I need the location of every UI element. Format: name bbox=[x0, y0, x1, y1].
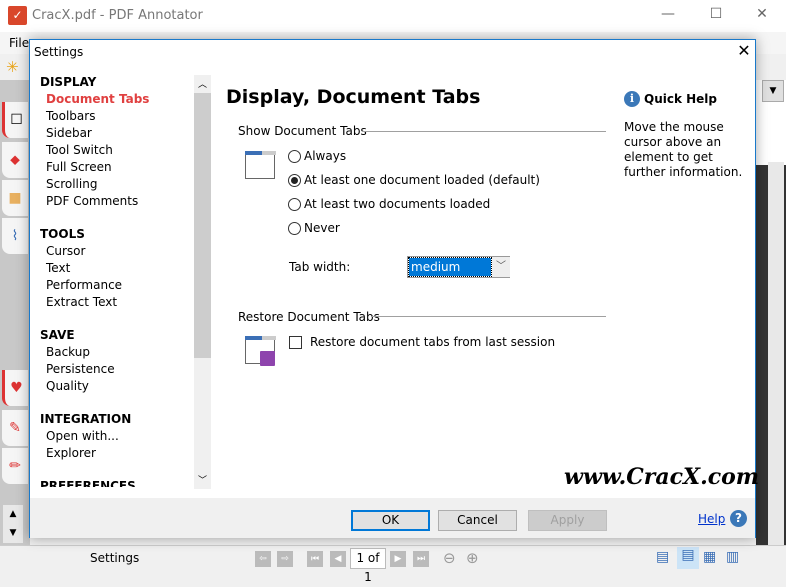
bookmark-tab-icon[interactable]: ⬥ bbox=[2, 142, 28, 178]
nav-item[interactable]: Full Screen bbox=[46, 160, 112, 174]
nav-item[interactable]: Document Tabs bbox=[46, 92, 149, 106]
chevron-down-icon[interactable]: ﹀ bbox=[492, 257, 510, 277]
status-bar: Settings ⇦ ⇨ ⏮ ◀ 1 of 1 ▶ ⏭ ⊖ ⊕ ▤ ▤ ▦ ▥ bbox=[0, 545, 786, 584]
pages-tab-icon[interactable]: ☐ bbox=[2, 102, 28, 138]
help-icon[interactable]: ? bbox=[730, 510, 747, 527]
app-title: CracX.pdf - PDF Annotator bbox=[32, 8, 203, 23]
nav-item[interactable]: Extract Text bbox=[46, 295, 117, 309]
sidebar-scroll[interactable]: ▲ ▼ bbox=[3, 505, 23, 543]
dialog-footer: OK Cancel Apply Help ? bbox=[30, 498, 755, 538]
minimize-button[interactable]: — bbox=[658, 6, 678, 22]
nav-item[interactable]: Cursor bbox=[46, 244, 85, 258]
single-page-view-icon[interactable]: ▤ bbox=[656, 549, 669, 565]
tab-width-label: Tab width: bbox=[289, 260, 351, 274]
nav-item[interactable]: Explorer bbox=[46, 446, 96, 460]
app-logo-icon: ✓ bbox=[8, 6, 27, 25]
chevron-down-icon[interactable]: ▼ bbox=[762, 80, 784, 102]
status-text: Settings bbox=[90, 551, 140, 565]
page-title: Display, Document Tabs bbox=[226, 86, 481, 108]
radio-label[interactable]: At least two documents loaded bbox=[304, 197, 490, 211]
tab-width-select[interactable]: medium ﹀ bbox=[407, 256, 510, 278]
nav-heading: INTEGRATION bbox=[40, 412, 132, 426]
nav-item[interactable]: PDF Comments bbox=[46, 194, 138, 208]
scroll-up-icon[interactable]: ︿ bbox=[194, 77, 211, 90]
save-icon bbox=[260, 351, 275, 366]
page-number-input[interactable]: 1 of 1 bbox=[350, 548, 386, 584]
scroll-down-icon[interactable]: ﹀ bbox=[194, 473, 211, 486]
nav-item[interactable]: Tool Switch bbox=[46, 143, 113, 157]
dialog-close-icon[interactable]: ✕ bbox=[733, 40, 755, 62]
nav-heading: DISPLAY bbox=[40, 75, 97, 89]
pen-tab-icon[interactable]: ✎ bbox=[2, 410, 28, 446]
app-title-bar: ✓ CracX.pdf - PDF Annotator — ☐ ✕ bbox=[0, 0, 786, 32]
radio-button[interactable] bbox=[288, 198, 301, 211]
watermark: www.CracX.com bbox=[564, 464, 760, 490]
back-icon[interactable]: ⊖ bbox=[443, 549, 456, 567]
nav-item[interactable]: Open with... bbox=[46, 429, 119, 443]
nav-item[interactable]: Text bbox=[46, 261, 70, 275]
info-icon: i bbox=[624, 91, 640, 107]
forward-icon[interactable]: ⊕ bbox=[466, 549, 479, 567]
last-page-icon[interactable]: ⏭ bbox=[413, 551, 429, 567]
nav-heading: TOOLS bbox=[40, 227, 85, 241]
radio-label[interactable]: At least one document loaded (default) bbox=[304, 173, 540, 187]
quick-help-text: Move the mouse cursor above an element t… bbox=[624, 120, 743, 179]
nav-item[interactable]: Scrolling bbox=[46, 177, 97, 191]
highlighter-tab-icon[interactable]: ✏ bbox=[2, 448, 28, 484]
divider bbox=[362, 131, 606, 132]
dialog-title: Settings bbox=[34, 45, 84, 59]
show-tabs-group-label: Show Document Tabs bbox=[238, 124, 367, 138]
nav-item[interactable]: Sidebar bbox=[46, 126, 92, 140]
settings-dialog: Settings ✕ DISPLAY Document Tabs Toolbars S… bbox=[29, 39, 760, 538]
nav-item[interactable]: Performance bbox=[46, 278, 122, 292]
restore-tabs-checkbox-label[interactable]: Restore document tabs from last session bbox=[310, 335, 555, 349]
nav-heading: SAVE bbox=[40, 328, 75, 342]
new-document-icon[interactable]: ✳ bbox=[6, 58, 19, 76]
nav-item[interactable]: Quality bbox=[46, 379, 89, 393]
nav-item[interactable]: Backup bbox=[46, 345, 90, 359]
radio-button[interactable] bbox=[288, 150, 301, 163]
radio-button[interactable] bbox=[288, 174, 301, 187]
prev-page-icon[interactable]: ◀ bbox=[330, 551, 346, 567]
next-page-icon[interactable]: ▶ bbox=[390, 551, 406, 567]
menu-file[interactable]: File bbox=[9, 36, 29, 50]
nav-item[interactable]: Persistence bbox=[46, 362, 115, 376]
scroll-thumb[interactable] bbox=[194, 93, 211, 358]
quick-help-title: Quick Help bbox=[644, 92, 718, 106]
next-doc-icon[interactable]: ⇨ bbox=[277, 551, 293, 567]
help-link[interactable]: Help bbox=[698, 512, 725, 526]
settings-nav: DISPLAY Document Tabs Toolbars Sidebar Tool … bbox=[30, 73, 210, 487]
nav-scrollbar[interactable]: ︿ ﹀ bbox=[194, 75, 211, 489]
radio-label[interactable]: Never bbox=[304, 221, 340, 235]
maximize-button[interactable]: ☐ bbox=[706, 6, 726, 22]
cancel-button[interactable]: Cancel bbox=[438, 510, 517, 531]
document-scrollbar[interactable] bbox=[768, 162, 784, 545]
close-button[interactable]: ✕ bbox=[752, 6, 772, 22]
note-tab-icon[interactable]: ■ bbox=[2, 180, 28, 216]
prev-doc-icon[interactable]: ⇦ bbox=[255, 551, 271, 567]
nav-item[interactable]: Toolbars bbox=[46, 109, 95, 123]
tab-width-value: medium bbox=[408, 257, 492, 277]
attachment-tab-icon[interactable]: ⌇ bbox=[2, 218, 28, 254]
apply-button[interactable]: Apply bbox=[528, 510, 607, 531]
document-tabs-icon bbox=[245, 151, 276, 179]
nav-heading: PREFERENCES bbox=[40, 479, 136, 487]
radio-label[interactable]: Always bbox=[304, 149, 346, 163]
continuous-view-icon[interactable]: ▤ bbox=[677, 547, 699, 569]
restore-tabs-checkbox[interactable] bbox=[289, 336, 302, 349]
two-page-view-icon[interactable]: ▦ bbox=[703, 549, 716, 565]
ok-button[interactable]: OK bbox=[351, 510, 430, 531]
sidebar-tabs: ☐ ⬥ ■ ⌇ ♥ ✎ ✏ ▲ ▼ bbox=[0, 80, 30, 545]
divider bbox=[371, 316, 606, 317]
radio-button[interactable] bbox=[288, 222, 301, 235]
favorites-tab-icon[interactable]: ♥ bbox=[2, 370, 28, 406]
first-page-icon[interactable]: ⏮ bbox=[307, 551, 323, 567]
two-page-continuous-icon[interactable]: ▥ bbox=[726, 549, 739, 565]
restore-tabs-group-label: Restore Document Tabs bbox=[238, 310, 380, 324]
